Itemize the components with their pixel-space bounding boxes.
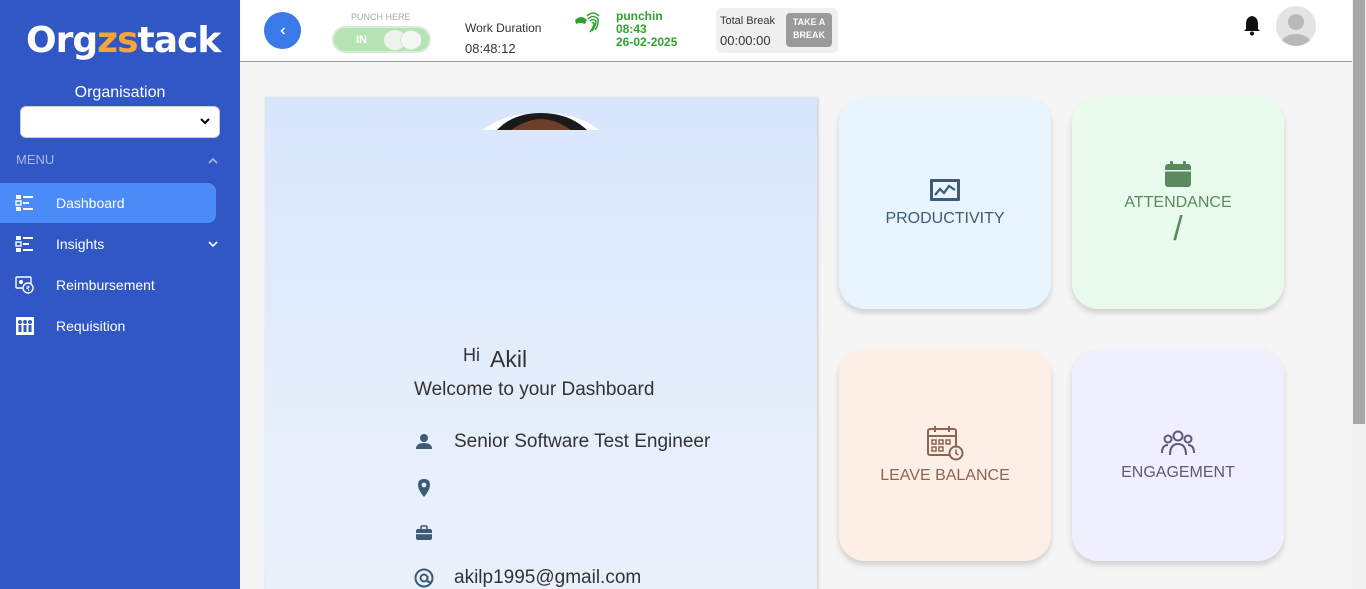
greeting: Hi bbox=[463, 345, 480, 365]
attendance-tile[interactable]: ATTENDANCE / bbox=[1072, 97, 1284, 309]
chevron-down-icon bbox=[208, 241, 218, 248]
toggle-knob bbox=[400, 30, 422, 50]
profile-photo bbox=[483, 97, 599, 131]
profile-photo-image bbox=[483, 113, 599, 130]
briefcase-icon bbox=[416, 525, 432, 540]
sidebar-item-label: Requisition bbox=[56, 318, 126, 334]
calendar-icon bbox=[1165, 161, 1191, 187]
bell-icon[interactable] bbox=[1242, 14, 1262, 36]
chart-icon bbox=[930, 179, 960, 201]
user-avatar-icon bbox=[1281, 14, 1311, 46]
take-break-line1: TAKE A bbox=[792, 17, 826, 27]
chevron-up-icon[interactable] bbox=[206, 154, 220, 168]
profile-card: Hi Akil Welcome to your Dashboard Senior… bbox=[265, 97, 817, 589]
location-pin-icon bbox=[418, 479, 430, 497]
leave-balance-tile[interactable]: LEAVE BALANCE bbox=[839, 349, 1051, 561]
total-break-label: Total Break bbox=[720, 15, 776, 27]
punch-state: IN bbox=[356, 34, 367, 46]
fingerprint-icon bbox=[575, 12, 600, 33]
app-logo[interactable]: Orgzstack bbox=[26, 20, 221, 61]
department-row bbox=[413, 522, 454, 544]
punch-info: punchin 08:43 26-02-2025 bbox=[616, 10, 677, 49]
engagement-tile[interactable]: ENGAGEMENT bbox=[1072, 349, 1284, 561]
person-icon bbox=[416, 434, 432, 449]
chevron-left-icon bbox=[279, 26, 285, 35]
leave-balance-label: LEAVE BALANCE bbox=[880, 467, 1010, 484]
total-break-value: 00:00:00 bbox=[720, 33, 771, 48]
calendar-clock-icon bbox=[927, 426, 964, 461]
organisation-label: Organisation bbox=[74, 84, 166, 101]
at-sign-icon bbox=[414, 568, 434, 588]
sidebar-item-label: Reimbursement bbox=[56, 277, 155, 293]
take-break-button[interactable]: TAKE A BREAK bbox=[786, 13, 832, 47]
menu-header: MENU bbox=[16, 152, 55, 167]
collapse-sidebar-button[interactable] bbox=[264, 12, 301, 49]
user-name: Akil bbox=[490, 346, 528, 372]
punch-toggle[interactable]: IN bbox=[332, 26, 431, 53]
scrollbar-thumb[interactable] bbox=[1353, 0, 1365, 424]
attendance-value: / bbox=[1173, 210, 1183, 248]
engagement-label: ENGAGEMENT bbox=[1121, 464, 1235, 481]
organisation-select[interactable] bbox=[20, 106, 220, 138]
sidebar: Orgzstack Organisation MENU Dashboard In… bbox=[0, 0, 240, 589]
email: akilp1995@gmail.com bbox=[454, 567, 642, 588]
welcome-message: Welcome to your Dashboard bbox=[414, 379, 655, 400]
requisition-icon bbox=[16, 317, 34, 335]
designation-row: Senior Software Test Engineer bbox=[413, 431, 710, 453]
dashboard-icon bbox=[15, 195, 33, 211]
work-duration-label: Work Duration bbox=[465, 21, 542, 35]
sidebar-item-insights[interactable]: Insights bbox=[0, 224, 218, 264]
punch-date: 26-02-2025 bbox=[616, 35, 678, 49]
sidebar-item-requisition[interactable]: Requisition bbox=[0, 306, 216, 346]
email-row: akilp1995@gmail.com bbox=[413, 567, 641, 589]
group-icon bbox=[1161, 430, 1195, 456]
sidebar-item-label: Insights bbox=[56, 236, 105, 252]
take-break-line2: BREAK bbox=[792, 30, 825, 40]
sidebar-item-dashboard[interactable]: Dashboard bbox=[0, 183, 216, 223]
page-scrollbar[interactable] bbox=[1352, 0, 1366, 589]
insights-icon bbox=[15, 236, 33, 252]
productivity-label: PRODUCTIVITY bbox=[885, 210, 1005, 227]
sidebar-item-reimbursement[interactable]: ₹ Reimbursement bbox=[0, 265, 216, 305]
location-row bbox=[413, 477, 454, 499]
top-bar: PUNCH HERE IN Work Duration 08:48:12 pun… bbox=[240, 0, 1352, 62]
work-duration-value: 08:48:12 bbox=[465, 41, 516, 56]
designation: Senior Software Test Engineer bbox=[454, 431, 711, 452]
user-avatar[interactable] bbox=[1276, 6, 1316, 46]
chevron-down-icon bbox=[200, 118, 210, 125]
sidebar-item-label: Dashboard bbox=[56, 195, 125, 211]
total-break-box: Total Break 00:00:00 TAKE A BREAK bbox=[716, 8, 838, 53]
reimbursement-icon: ₹ bbox=[15, 276, 34, 294]
productivity-tile[interactable]: PRODUCTIVITY bbox=[839, 97, 1051, 309]
svg-text:₹: ₹ bbox=[26, 285, 31, 293]
punch-label: PUNCH HERE bbox=[351, 12, 411, 22]
